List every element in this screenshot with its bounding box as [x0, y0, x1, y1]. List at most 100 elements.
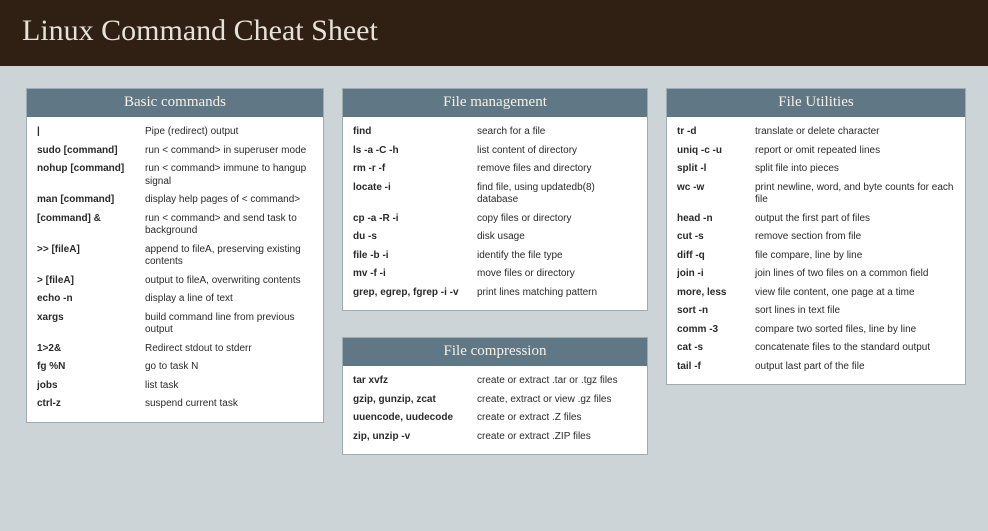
command: > [fileA]: [37, 275, 145, 288]
command: cp -a -R -i: [353, 213, 477, 226]
description: create or extract .ZIP files: [477, 431, 637, 444]
cheat-row: man [command]display help pages of < com…: [37, 191, 313, 210]
command: ctrl-z: [37, 398, 145, 411]
description: print newline, word, and byte counts for…: [755, 182, 955, 207]
section-basic-commands: Basic commands |Pipe (redirect) output s…: [26, 88, 324, 423]
description: file compare, line by line: [755, 250, 955, 263]
description: remove files and directory: [477, 163, 637, 176]
command: sudo [command]: [37, 145, 145, 158]
cheat-row: findsearch for a file: [353, 123, 637, 142]
cheat-row: sudo [command]run < command> in superuse…: [37, 142, 313, 161]
cheat-row: [command] &run < command> and send task …: [37, 210, 313, 241]
description: output last part of the file: [755, 361, 955, 374]
description: identify the file type: [477, 250, 637, 263]
cheat-row: grep, egrep, fgrep -i -vprint lines matc…: [353, 284, 637, 303]
cheat-row: cat -sconcatenate files to the standard …: [677, 339, 955, 358]
rows: tar xvfzcreate or extract .tar or .tgz f…: [343, 366, 647, 454]
cheat-row: cp -a -R -icopy files or directory: [353, 210, 637, 229]
description: create, extract or view .gz files: [477, 394, 637, 407]
cheat-row: tr -dtranslate or delete character: [677, 123, 955, 142]
cheat-row: comm -3compare two sorted files, line by…: [677, 321, 955, 340]
command: tail -f: [677, 361, 755, 374]
cheat-row: rm -r -fremove files and directory: [353, 160, 637, 179]
description: split file into pieces: [755, 163, 955, 176]
cheat-row: > [fileA]output to fileA, overwriting co…: [37, 272, 313, 291]
cheat-row: ls -a -C -hlist content of directory: [353, 142, 637, 161]
command: sort -n: [677, 305, 755, 318]
command: du -s: [353, 231, 477, 244]
cheat-row: gzip, gunzip, zcatcreate, extract or vie…: [353, 391, 637, 410]
description: run < command> immune to hangup signal: [145, 163, 313, 188]
description: output the first part of files: [755, 213, 955, 226]
description: compare two sorted files, line by line: [755, 324, 955, 337]
command: nohup [command]: [37, 163, 145, 176]
content-body: Basic commands |Pipe (redirect) output s…: [0, 66, 988, 455]
command: tar xvfz: [353, 375, 477, 388]
column-3: File Utilities tr -dtranslate or delete …: [666, 88, 966, 385]
command: head -n: [677, 213, 755, 226]
description: Pipe (redirect) output: [145, 126, 313, 139]
description: concatenate files to the standard output: [755, 342, 955, 355]
description: copy files or directory: [477, 213, 637, 226]
description: sort lines in text file: [755, 305, 955, 318]
description: search for a file: [477, 126, 637, 139]
rows: |Pipe (redirect) output sudo [command]ru…: [27, 117, 323, 422]
cheat-row: du -sdisk usage: [353, 228, 637, 247]
description: list content of directory: [477, 145, 637, 158]
description: move files or directory: [477, 268, 637, 281]
command: cat -s: [677, 342, 755, 355]
command: mv -f -i: [353, 268, 477, 281]
cheat-row: tar xvfzcreate or extract .tar or .tgz f…: [353, 372, 637, 391]
column-1: Basic commands |Pipe (redirect) output s…: [26, 88, 324, 423]
cheat-row: tail -foutput last part of the file: [677, 358, 955, 377]
cheat-row: more, lessview file content, one page at…: [677, 284, 955, 303]
command: >> [fileA]: [37, 244, 145, 257]
command: uuencode, uudecode: [353, 412, 477, 425]
description: print lines matching pattern: [477, 287, 637, 300]
cheat-row: fg %Ngo to task N: [37, 358, 313, 377]
description: output to fileA, overwriting contents: [145, 275, 313, 288]
section-file-compression: File compression tar xvfzcreate or extra…: [342, 337, 648, 455]
description: join lines of two files on a common fiel…: [755, 268, 955, 281]
description: run < command> and send task to backgrou…: [145, 213, 313, 238]
cheat-row: sort -nsort lines in text file: [677, 302, 955, 321]
command: man [command]: [37, 194, 145, 207]
command: diff -q: [677, 250, 755, 263]
description: translate or delete character: [755, 126, 955, 139]
rows: findsearch for a file ls -a -C -hlist co…: [343, 117, 647, 310]
description: build command line from previous output: [145, 312, 313, 337]
command: xargs: [37, 312, 145, 325]
command: ls -a -C -h: [353, 145, 477, 158]
description: display help pages of < command>: [145, 194, 313, 207]
command: 1>2&: [37, 343, 145, 356]
cheat-row: echo -ndisplay a line of text: [37, 290, 313, 309]
command: tr -d: [677, 126, 755, 139]
cheat-row: uniq -c -ureport or omit repeated lines: [677, 142, 955, 161]
section-title: File Utilities: [667, 89, 965, 117]
cheat-row: wc -wprint newline, word, and byte count…: [677, 179, 955, 210]
command: find: [353, 126, 477, 139]
command: echo -n: [37, 293, 145, 306]
cheat-row: uuencode, uudecodecreate or extract .Z f…: [353, 409, 637, 428]
description: go to task N: [145, 361, 313, 374]
cheat-row: head -noutput the first part of files: [677, 210, 955, 229]
description: create or extract .Z files: [477, 412, 637, 425]
cheat-row: diff -qfile compare, line by line: [677, 247, 955, 266]
cheat-row: |Pipe (redirect) output: [37, 123, 313, 142]
cheat-row: jobslist task: [37, 377, 313, 396]
section-title: Basic commands: [27, 89, 323, 117]
description: run < command> in superuser mode: [145, 145, 313, 158]
description: create or extract .tar or .tgz files: [477, 375, 637, 388]
rows: tr -dtranslate or delete character uniq …: [667, 117, 965, 384]
cheat-row: zip, unzip -vcreate or extract .ZIP file…: [353, 428, 637, 447]
command: comm -3: [677, 324, 755, 337]
command: jobs: [37, 380, 145, 393]
cheat-row: join -ijoin lines of two files on a comm…: [677, 265, 955, 284]
description: append to fileA, preserving existing con…: [145, 244, 313, 269]
command: locate -i: [353, 182, 477, 195]
command: join -i: [677, 268, 755, 281]
column-2: File management findsearch for a file ls…: [342, 88, 648, 455]
command: grep, egrep, fgrep -i -v: [353, 287, 477, 300]
command: rm -r -f: [353, 163, 477, 176]
cheat-row: xargsbuild command line from previous ou…: [37, 309, 313, 340]
